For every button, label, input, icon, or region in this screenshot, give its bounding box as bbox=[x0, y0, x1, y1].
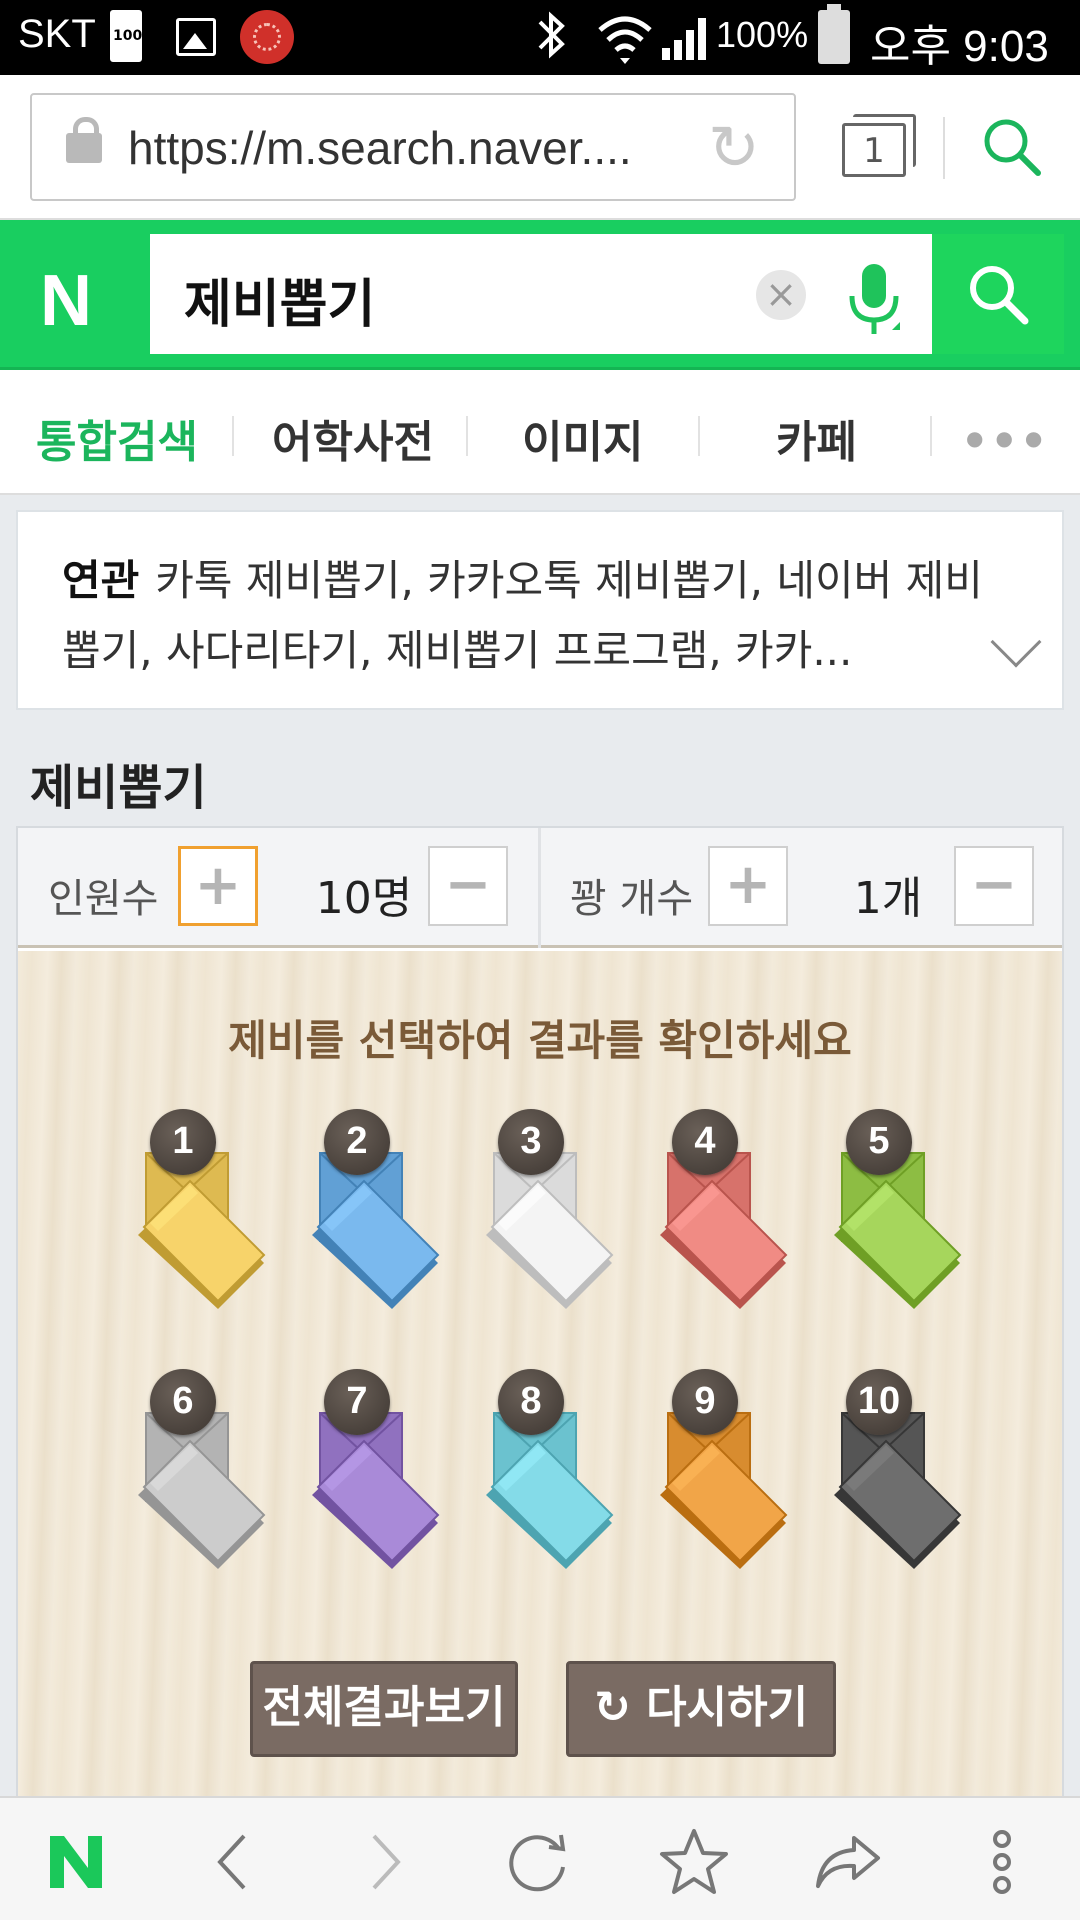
forward-icon[interactable] bbox=[346, 1822, 426, 1902]
toolbar-divider bbox=[943, 117, 945, 179]
blank-decrease-button[interactable]: − bbox=[954, 846, 1034, 926]
swallow-ticket-1[interactable]: 1 bbox=[128, 1109, 278, 1321]
controls-divider bbox=[538, 828, 541, 948]
people-count-value: 10명 bbox=[315, 873, 413, 924]
retry-label: 다시하기 bbox=[646, 1682, 809, 1733]
tab-divider bbox=[466, 416, 468, 456]
swallow-ticket-5[interactable]: 5 bbox=[824, 1109, 974, 1321]
related-searches: 연관 카톡 제비뽑기, 카카오톡 제비뽑기, 네이버 제비뽑기, 사다리타기, 제… bbox=[16, 510, 1064, 710]
swallow-ticket-2[interactable]: 2 bbox=[302, 1109, 452, 1321]
people-count-label: 인원수 bbox=[48, 876, 159, 922]
battery-percent: 100% bbox=[716, 14, 809, 55]
wifi-icon bbox=[596, 10, 654, 70]
clock: 오후 9:03 bbox=[870, 22, 1049, 71]
people-increase-button[interactable]: + bbox=[178, 846, 258, 926]
swallow-ticket-4[interactable]: 4 bbox=[650, 1109, 800, 1321]
battery-icon bbox=[818, 4, 850, 64]
tab-integrated-search[interactable]: 통합검색 bbox=[36, 406, 198, 470]
clear-query-button[interactable]: × bbox=[756, 270, 806, 320]
ticket-number-badge: 2 bbox=[324, 1109, 390, 1175]
lottery-instruction: 제비를 선택하여 결과를 확인하세요 bbox=[228, 1016, 852, 1065]
related-searches-text[interactable]: 연관 카톡 제비뽑기, 카카오톡 제비뽑기, 네이버 제비뽑기, 사다리타기, 제… bbox=[62, 546, 1002, 686]
search-input[interactable]: 제비뽑기 × bbox=[150, 234, 932, 354]
retry-icon: ↻ bbox=[593, 1682, 631, 1733]
related-keywords[interactable]: 카톡 제비뽑기, 카카오톡 제비뽑기, 네이버 제비뽑기, 사다리타기, 제비뽑… bbox=[62, 556, 983, 675]
swallow-ticket-6[interactable]: 6 bbox=[128, 1369, 278, 1581]
gallery-icon bbox=[176, 18, 216, 56]
signal-icon bbox=[660, 14, 712, 66]
swallow-ticket-7[interactable]: 7 bbox=[302, 1369, 452, 1581]
tab-images[interactable]: 이미지 bbox=[522, 406, 643, 470]
swallow-ticket-8[interactable]: 8 bbox=[476, 1369, 626, 1581]
lock-icon bbox=[66, 117, 102, 163]
blank-increase-button[interactable]: + bbox=[708, 846, 788, 926]
ticket-number-badge: 8 bbox=[498, 1369, 564, 1435]
ticket-number-badge: 1 bbox=[150, 1109, 216, 1175]
naver-home-icon[interactable] bbox=[36, 1822, 116, 1902]
people-decrease-button[interactable]: − bbox=[428, 846, 508, 926]
blank-count-label: 꽝 개수 bbox=[570, 876, 694, 922]
url-text[interactable]: https://m.search.naver.... bbox=[128, 121, 688, 175]
section-title: 제비뽑기 bbox=[30, 760, 207, 816]
lottery-controls: 인원수 + 10명 − 꽝 개수 + 1개 − bbox=[18, 828, 1062, 948]
swallow-ticket-9[interactable]: 9 bbox=[650, 1369, 800, 1581]
search-icon[interactable] bbox=[980, 115, 1044, 183]
microphone-icon[interactable] bbox=[844, 260, 904, 344]
search-submit-button[interactable] bbox=[932, 234, 1064, 354]
browser-bottom-nav bbox=[0, 1796, 1080, 1920]
lottery-widget: 인원수 + 10명 − 꽝 개수 + 1개 − 제비를 선택하여 결과를 확인하… bbox=[16, 826, 1064, 1828]
share-icon[interactable] bbox=[808, 1822, 888, 1902]
tab-dictionary[interactable]: 어학사전 bbox=[272, 406, 434, 470]
ticket-number-badge: 7 bbox=[324, 1369, 390, 1435]
retry-button[interactable]: ↻ 다시하기 bbox=[566, 1661, 836, 1757]
naver-logo[interactable]: N bbox=[40, 260, 92, 342]
more-menu-icon[interactable] bbox=[962, 1822, 1042, 1902]
reload-icon[interactable] bbox=[498, 1822, 578, 1902]
address-bar[interactable]: https://m.search.naver.... ↻ bbox=[30, 93, 796, 201]
back-icon[interactable] bbox=[192, 1822, 272, 1902]
bookmark-star-icon[interactable] bbox=[654, 1822, 734, 1902]
ticket-number-badge: 9 bbox=[672, 1369, 738, 1435]
carrier-label: SKT bbox=[18, 12, 96, 56]
tab-divider bbox=[232, 416, 234, 456]
swallow-ticket-3[interactable]: 3 bbox=[476, 1109, 626, 1321]
blank-count-value: 1개 bbox=[853, 873, 923, 924]
naver-search-header: N 제비뽑기 × bbox=[0, 220, 1080, 370]
ticket-number-badge: 4 bbox=[672, 1109, 738, 1175]
tab-cafe[interactable]: 카페 bbox=[776, 406, 857, 470]
browser-toolbar: https://m.search.naver.... ↻ 1 bbox=[0, 75, 1080, 220]
lottery-board: 제비를 선택하여 결과를 확인하세요 1 2 3 4 5 6 7 8 9 10 전체결과보기 ↻ … bbox=[18, 951, 1062, 1828]
category-tabs: 통합검색 어학사전 이미지 카페 ●●● bbox=[0, 370, 1080, 495]
app-notification-icon bbox=[240, 10, 294, 64]
more-tabs-icon[interactable]: ●●● bbox=[966, 426, 1054, 450]
search-query[interactable]: 제비뽑기 bbox=[184, 262, 375, 337]
tab-divider bbox=[698, 416, 700, 456]
related-label: 연관 bbox=[62, 556, 140, 605]
ticket-number-badge: 6 bbox=[150, 1369, 216, 1435]
screen: SKT 100 100% 오후 9:03 https://m.search.na… bbox=[0, 0, 1080, 1920]
show-all-results-button[interactable]: 전체결과보기 bbox=[250, 1661, 518, 1757]
battery-saver-icon: 100 bbox=[110, 10, 142, 62]
status-bar: SKT 100 100% 오후 9:03 bbox=[0, 0, 1080, 75]
ticket-number-badge: 10 bbox=[846, 1369, 912, 1435]
tabs-button[interactable]: 1 bbox=[842, 114, 916, 177]
refresh-icon[interactable]: ↻ bbox=[708, 117, 760, 179]
tab-divider bbox=[930, 416, 932, 456]
search-icon bbox=[970, 266, 1029, 325]
ticket-number-badge: 5 bbox=[846, 1109, 912, 1175]
swallow-ticket-10[interactable]: 10 bbox=[824, 1369, 974, 1581]
bluetooth-icon bbox=[534, 8, 570, 73]
ticket-number-badge: 3 bbox=[498, 1109, 564, 1175]
